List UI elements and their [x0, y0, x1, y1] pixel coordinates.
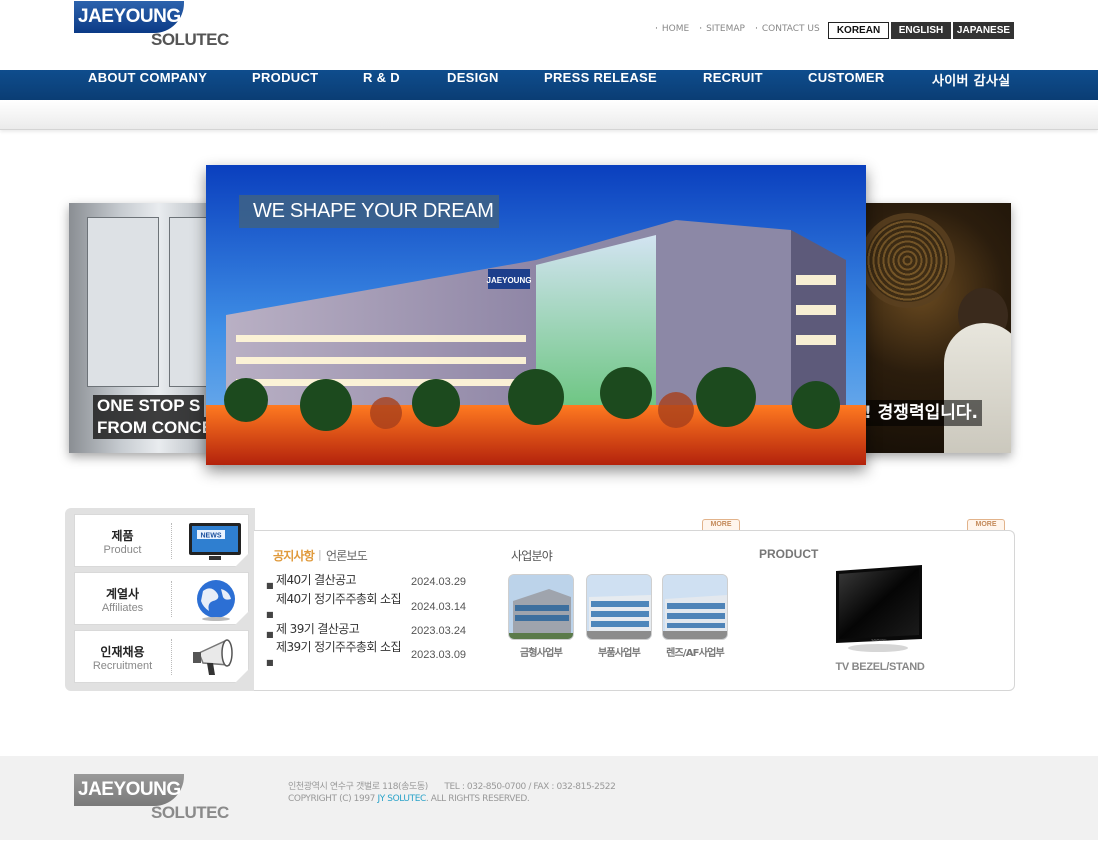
svg-text:NEWS: NEWS	[201, 533, 222, 540]
nav-rnd[interactable]: R & D	[363, 70, 400, 100]
tv-brand-text: SAMSUNG	[871, 638, 887, 642]
notice-title[interactable]: 제40기 정기주주총회 소집	[276, 593, 411, 605]
quick-affiliates[interactable]: 계열사 Affiliates	[74, 572, 249, 625]
footer-logo-subtext: SOLUTEC	[151, 803, 229, 822]
slide-left-caption-1: ONE STOP S	[93, 395, 205, 417]
notice-item[interactable]: ■ 제40기 정기주주총회 소집 2024.03.14	[266, 593, 476, 619]
logo-wordmark: JAEYOUNG	[74, 1, 184, 33]
main-navigation: ABOUT COMPANY PRODUCT R & D DESIGN PRESS…	[0, 70, 1098, 100]
megaphone-icon	[193, 639, 233, 675]
inspection-lens-image	[860, 213, 955, 308]
tab-notice[interactable]: 공지사항	[273, 547, 315, 564]
quick-recruitment-label: 인재채용	[100, 645, 145, 659]
contact-us-link[interactable]: CONTACT US	[755, 24, 820, 34]
footer-phone-fax: TEL : 032-850-0700 / FAX : 032-815-2522	[444, 782, 616, 792]
bullet-icon: ■	[266, 581, 274, 590]
footer-address: 인천광역시 연수구 갯벌로 118(송도동)	[288, 782, 428, 792]
building-sign-text: JAEYOUNG	[487, 276, 532, 285]
notice-title[interactable]: 제39기 정기주주총회 소집	[276, 641, 411, 653]
nav-recruit[interactable]: RECRUIT	[703, 70, 763, 100]
nav-about-company[interactable]: ABOUT COMPANY	[88, 70, 207, 100]
notice-date: 2023.03.09	[411, 649, 467, 661]
business-title: 사업분야	[511, 549, 553, 563]
copyright-prefix: COPYRIGHT (C) 1997	[288, 794, 375, 804]
bullet-icon: ■	[266, 610, 274, 619]
slide-left-caption-2: FROM CONCE	[93, 417, 218, 439]
footer-logo-wordmark: JAEYOUNG	[74, 774, 184, 806]
quick-recruitment[interactable]: 인재채용 Recruitment	[74, 630, 249, 683]
sitemap-link[interactable]: SITEMAP	[699, 24, 745, 34]
nav-cyber-audit[interactable]: 사이버 감사실	[932, 70, 1010, 100]
business-parts-label[interactable]: 부품사업부	[579, 644, 659, 659]
notice-title[interactable]: 제40기 결산공고	[276, 574, 411, 586]
business-parts-image[interactable]	[586, 574, 652, 640]
notice-title[interactable]: 제 39기 결산공고	[276, 623, 411, 635]
sub-navigation-bar	[0, 100, 1098, 130]
footer-address-line: 인천광역시 연수구 갯벌로 118(송도동) TEL : 032-850-070…	[288, 779, 616, 792]
business-lens-label[interactable]: 렌즈/AF사업부	[655, 644, 735, 659]
quick-product-sublabel: Product	[103, 544, 142, 556]
language-korean-button[interactable]: KOREAN	[828, 22, 889, 39]
bullet-icon: ■	[266, 630, 274, 639]
machine-image	[87, 217, 159, 387]
quick-menu: 제품 Product NEWS 계열사 Affiliates 인재채용 Recr…	[65, 508, 255, 691]
tab-press-release[interactable]: 언론보도	[326, 547, 368, 564]
nav-design[interactable]: DESIGN	[447, 70, 499, 100]
worker-image	[944, 323, 1011, 453]
quick-recruitment-sublabel: Recruitment	[92, 660, 153, 672]
quick-affiliates-sublabel: Affiliates	[101, 602, 144, 614]
globe-icon	[197, 580, 235, 621]
more-button-product[interactable]: MORE	[967, 519, 1005, 530]
notice-date: 2024.03.29	[411, 576, 467, 588]
building-thumbnail	[509, 575, 573, 639]
copyright-suffix: . ALL RIGHTS RESERVED.	[425, 794, 530, 804]
notice-date: 2024.03.14	[411, 601, 467, 613]
tv-product-image[interactable]: SAMSUNG	[826, 563, 926, 653]
logo-subtext: SOLUTEC	[151, 30, 229, 49]
utility-links: HOME SITEMAP CONTACT US	[655, 24, 820, 34]
quick-product-label: 제품	[111, 529, 134, 543]
footer: JAEYOUNG SOLUTEC 인천광역시 연수구 갯벌로 118(송도동) …	[0, 756, 1098, 840]
divider	[171, 523, 172, 559]
slide-main-building[interactable]: JAEYOUNG WE SHAPE YOUR DREAM	[206, 165, 866, 465]
business-mold-label[interactable]: 금형사업부	[501, 644, 581, 659]
nav-customer[interactable]: CUSTOMER	[808, 70, 885, 100]
tab-divider: |	[318, 548, 322, 561]
more-button-business[interactable]: MORE	[702, 519, 740, 530]
slide-right-inspection[interactable]: ! 경쟁력입니다.	[860, 203, 1011, 453]
business-lens-image[interactable]	[662, 574, 728, 640]
product-title: PRODUCT	[759, 547, 819, 561]
business-mold-image[interactable]	[508, 574, 574, 640]
main-slogan: WE SHAPE YOUR DREAM	[239, 195, 499, 228]
nav-press-release[interactable]: PRESS RELEASE	[544, 70, 657, 100]
product-label[interactable]: TV BEZEL/STAND	[820, 661, 940, 673]
building-thumbnail	[587, 575, 651, 639]
news-tv-icon: NEWS	[189, 523, 241, 560]
slide-right-caption: ! 경쟁력입니다.	[860, 400, 982, 426]
notice-item[interactable]: ■ 제39기 정기주주총회 소집 2023.03.09	[266, 641, 476, 667]
quick-affiliates-label: 계열사	[105, 587, 140, 601]
bullet-icon: ■	[266, 658, 274, 667]
footer-logo[interactable]: JAEYOUNG SOLUTEC	[74, 774, 229, 824]
building-thumbnail	[663, 575, 727, 639]
language-english-button[interactable]: ENGLISH	[891, 22, 951, 39]
nav-product[interactable]: PRODUCT	[252, 70, 318, 100]
notice-date: 2023.03.24	[411, 625, 467, 637]
home-link[interactable]: HOME	[655, 24, 689, 34]
copyright-brand[interactable]: JY SOLUTEC	[377, 794, 426, 804]
divider	[171, 581, 172, 617]
language-japanese-button[interactable]: JAPANESE	[953, 22, 1014, 39]
divider	[171, 639, 172, 675]
company-logo[interactable]: JAEYOUNG SOLUTEC	[74, 1, 229, 51]
quick-product[interactable]: 제품 Product NEWS	[74, 514, 249, 567]
footer-copyright: COPYRIGHT (C) 1997 JY SOLUTEC. ALL RIGHT…	[288, 794, 530, 804]
slide-left-equipment[interactable]: ONE STOP S FROM CONCE	[69, 203, 219, 453]
